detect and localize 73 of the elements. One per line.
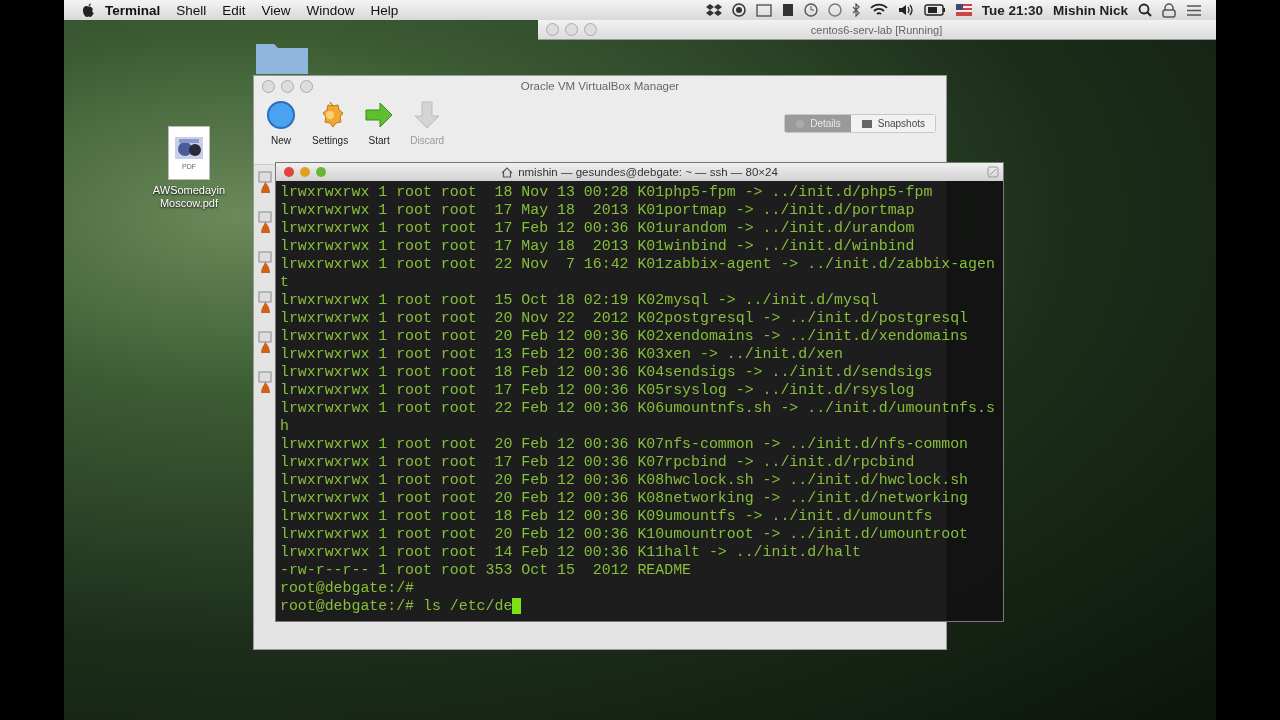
command-input[interactable]: root@debgate:/# ls /etc/de <box>280 597 513 615</box>
minimize-button[interactable] <box>300 167 310 177</box>
window-title: nmishin — gesundes@debgate: ~ — ssh — 80×24 <box>518 166 778 178</box>
vm-icon[interactable] <box>258 291 272 315</box>
terminal-line: lrwxrwxrwx 1 root root 20 Feb 12 00:36 K07nfs-common -> ../init.d/nfs-common <box>280 435 970 453</box>
search-icon[interactable] <box>1138 3 1152 17</box>
terminal-line: lrwxrwxrwx 1 root root 18 Feb 12 00:36 K09umountfs -> ../init.d/umountfs <box>280 507 934 525</box>
battery-icon[interactable] <box>923 4 946 16</box>
vm-icon[interactable] <box>258 251 272 275</box>
home-icon <box>501 166 514 178</box>
terminal-line: lrwxrwxrwx 1 root root 18 Feb 12 00:36 K04sendsigs -> ../init.d/sendsigs <box>280 363 934 381</box>
terminal-line: lrwxrwxrwx 1 root root 17 May 18 2013 K01portmap -> ../init.d/portmap <box>280 201 916 219</box>
menu-item[interactable]: Shell <box>176 2 207 18</box>
toolbar-button[interactable]: New <box>264 100 298 146</box>
window-button[interactable] <box>546 23 559 36</box>
record-icon[interactable] <box>731 3 746 17</box>
menu-item[interactable]: View <box>261 2 291 18</box>
menu-clock[interactable]: Tue 21:30 <box>981 2 1043 18</box>
vm-icon[interactable] <box>258 171 272 195</box>
menu-item[interactable]: Window <box>306 2 355 18</box>
volume-icon[interactable] <box>897 3 914 17</box>
window-button[interactable] <box>565 23 578 36</box>
menu-user-name[interactable]: Mishin Nick <box>1053 2 1128 18</box>
window-button[interactable] <box>584 23 597 36</box>
zoom-button[interactable] <box>316 167 326 177</box>
wifi-icon[interactable] <box>869 3 888 17</box>
toolbar-button[interactable]: Start <box>362 100 397 146</box>
right-arrow-icon <box>364 100 395 130</box>
terminal-line: lrwxrwxrwx 1 root root 20 Feb 12 00:36 K08hwclock.sh -> ../init.d/hwclock.sh <box>280 471 970 489</box>
clock-icon[interactable] <box>803 3 818 17</box>
terminal-line: lrwxrwxrwx 1 root root 22 Feb 12 00:36 K06umountnfs.sh -> ../init.d/umountnfs.s <box>280 399 996 417</box>
terminal-line: lrwxrwxrwx 1 root root 22 Nov 7 16:42 K01zabbix-agent -> ../init.d/zabbix-agen <box>280 255 996 273</box>
display-icon[interactable] <box>755 3 772 17</box>
vm-icon[interactable] <box>258 371 272 395</box>
menu-app-name[interactable]: Terminal <box>105 2 161 18</box>
terminal-line: lrwxrwxrwx 1 root root 20 Feb 12 00:36 K10umountroot -> ../init.d/umountroot <box>280 525 970 543</box>
close-button[interactable] <box>262 79 275 93</box>
terminal-line: lrwxrwxrwx 1 root root 20 Feb 12 00:36 K02xendomains -> ../init.d/xendomains <box>280 327 970 345</box>
apple-logo-icon[interactable] <box>82 2 95 18</box>
window-title: centos6-serv-lab [Running] <box>809 23 944 36</box>
terminal-line: root@debgate:/# <box>280 579 416 597</box>
lock-icon[interactable] <box>1162 2 1176 18</box>
view-tab[interactable]: Snapshots <box>850 115 935 132</box>
terminal-line: lrwxrwxrwx 1 root root 17 Feb 12 00:36 K07rpcbind -> ../init.d/rpcbind <box>280 453 916 471</box>
terminal-line: h <box>280 417 290 435</box>
sphere-icon <box>266 100 296 130</box>
terminal-line: t <box>280 273 290 291</box>
terminal-line: lrwxrwxrwx 1 root root 17 May 18 2013 K01winbind -> ../init.d/winbind <box>280 237 916 255</box>
menu-item[interactable]: Help <box>370 2 399 18</box>
zoom-button[interactable] <box>300 79 313 93</box>
minimize-button[interactable] <box>281 79 294 93</box>
terminal-line: lrwxrwxrwx 1 root root 13 Feb 12 00:36 K03xen -> ../init.d/xen <box>280 345 844 363</box>
list-icon[interactable] <box>1186 3 1202 17</box>
terminal-line: -rw-r--r-- 1 root root 353 Oct 15 2012 README <box>280 561 693 579</box>
terminal-line: lrwxrwxrwx 1 root root 20 Feb 12 00:36 K08networking -> ../init.d/networking <box>280 489 970 507</box>
bluetooth-icon[interactable] <box>851 3 860 17</box>
terminal-line: lrwxrwxrwx 1 root root 15 Oct 18 02:19 K02mysql -> ../init.d/mysql <box>280 291 880 309</box>
resize-icon[interactable] <box>987 166 999 178</box>
window-title: Oracle VM VirtualBox Manager <box>520 80 680 92</box>
terminal-line: lrwxrwxrwx 1 root root 20 Nov 22 2012 K02postgresql -> ../init.d/postgresql <box>280 309 970 327</box>
terminal-line: lrwxrwxrwx 1 root root 17 Feb 12 00:36 K05rsyslog -> ../init.d/rsyslog <box>280 381 916 399</box>
flag-icon[interactable] <box>955 4 972 16</box>
file-name[interactable]: AWSomedayinMoscow.pdf <box>151 184 227 210</box>
dropbox-icon[interactable] <box>705 3 722 17</box>
close-button[interactable] <box>284 167 294 177</box>
toolbar-button[interactable]: Settings <box>312 100 349 146</box>
text-cursor <box>512 598 522 614</box>
terminal-line: lrwxrwxrwx 1 root root 18 Nov 13 00:28 K01php5-fpm -> ../init.d/php5-fpm <box>280 183 934 201</box>
terminal-line: lrwxrwxrwx 1 root root 14 Feb 12 00:36 K11halt -> ../init.d/halt <box>280 543 862 561</box>
vm-icon[interactable] <box>258 211 272 235</box>
terminal-line: lrwxrwxrwx 1 root root 17 Feb 12 00:36 K01urandom -> ../init.d/urandom <box>280 219 916 237</box>
menu-item[interactable]: Edit <box>222 2 246 18</box>
vm-icon[interactable] <box>258 331 272 355</box>
